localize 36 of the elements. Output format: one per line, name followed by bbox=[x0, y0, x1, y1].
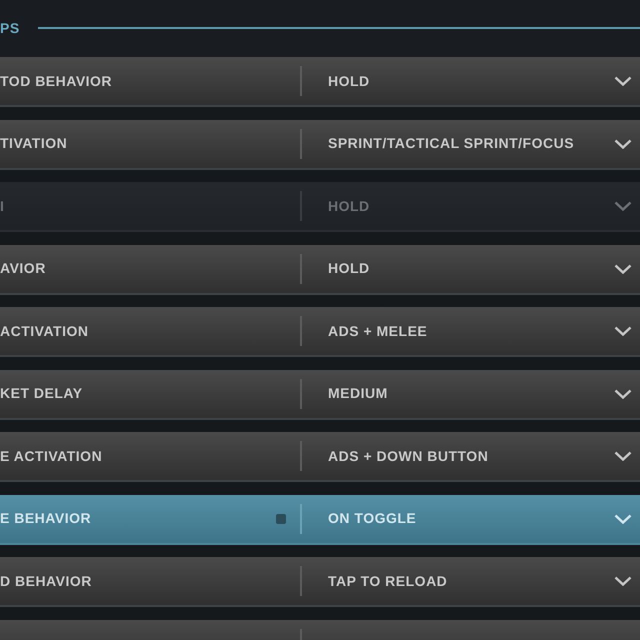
chevron-down-icon bbox=[614, 76, 632, 86]
chevron-down-icon bbox=[614, 201, 632, 211]
setting-label: I bbox=[0, 196, 4, 216]
chevron-down-icon bbox=[614, 514, 632, 524]
settings-row[interactable]: AVIOR HOLD bbox=[0, 244, 640, 294]
setting-label: E BEHAVIOR bbox=[0, 509, 92, 528]
settings-row[interactable]: ACTIVATION ADS + MELEE bbox=[0, 307, 640, 357]
dropdown-value: HOLD bbox=[328, 196, 370, 216]
settings-row[interactable]: KET DELAY MEDIUM bbox=[0, 370, 640, 420]
setting-label: E ACTIVATION bbox=[0, 446, 102, 466]
chevron-down-icon bbox=[614, 451, 632, 461]
dropdown-value: HOLD bbox=[328, 259, 370, 278]
dropdown-value: ON TOGGLE bbox=[328, 509, 416, 528]
settings-row[interactable]: E ACTIVATION ADS + DOWN BUTTON bbox=[0, 432, 640, 482]
settings-row[interactable]: E BEHAVIOR ON TOGGLE bbox=[0, 494, 640, 544]
dropdown-value: HOLD bbox=[328, 72, 370, 90]
dropdown-value: TAP TO RELOAD bbox=[328, 572, 448, 590]
section-title: PS bbox=[0, 20, 20, 34]
dropdown-value: SPRINT/TACTICAL SPRINT/FOCUS bbox=[328, 134, 574, 153]
setting-label: D BEHAVIOR bbox=[0, 572, 92, 590]
chevron-down-icon bbox=[614, 388, 632, 398]
settings-row[interactable]: TIVATION SPRINT/TACTICAL SPRINT/FOCUS bbox=[0, 120, 640, 170]
setting-label: KET DELAY bbox=[0, 384, 83, 403]
setting-label: ACTIVATION bbox=[0, 322, 88, 340]
settings-row[interactable]: D BEHAVIOR TAP TO RELOAD bbox=[0, 557, 640, 607]
chevron-down-icon bbox=[614, 576, 632, 586]
settings-row[interactable]: TOD BEHAVIOR HOLD bbox=[0, 57, 640, 107]
dropdown-value: MEDIUM bbox=[328, 384, 388, 403]
setting-label: TIVATION bbox=[0, 134, 68, 153]
setting-label: AVIOR bbox=[0, 259, 46, 278]
setting-label: TOD BEHAVIOR bbox=[0, 72, 112, 90]
chevron-down-icon bbox=[614, 138, 632, 148]
chevron-down-icon bbox=[614, 264, 632, 274]
dropdown-value: ADS + DOWN BUTTON bbox=[328, 446, 488, 466]
dropdown-value: ADS + MELEE bbox=[328, 322, 428, 340]
chevron-down-icon bbox=[614, 326, 632, 336]
